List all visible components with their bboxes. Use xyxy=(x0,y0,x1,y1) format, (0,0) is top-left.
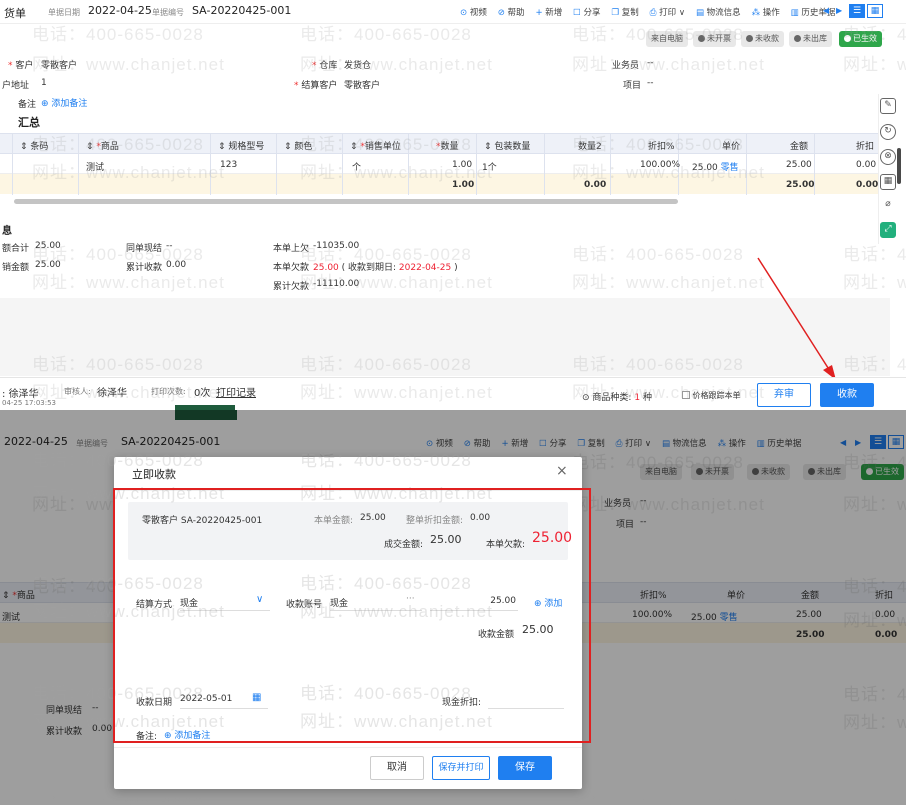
datetime: 04-25 17:03:53 xyxy=(2,399,57,407)
collect-button[interactable]: 收款 xyxy=(820,383,874,407)
print-count: 0次 xyxy=(194,388,211,399)
abandon-button[interactable]: 弃审 xyxy=(757,383,811,407)
dialog-footer-divider xyxy=(114,747,582,748)
dialog-title: 立即收款 xyxy=(132,468,176,481)
cancel-button[interactable]: 取消 xyxy=(370,756,424,780)
follow-checkbox[interactable]: 价格跟踪本单 xyxy=(682,390,741,401)
bottom-screen: 2022-04-25 单据编号 SA-20220425-001 ⊙ 视频 ⊘ 帮… xyxy=(0,410,906,805)
top-screen: 货单 单据日期 2022-04-25 单据编号 SA-20220425-001 … xyxy=(0,0,906,410)
highlight-box xyxy=(113,488,591,743)
gear-icon: ⊙ xyxy=(582,393,590,403)
print-log-link[interactable]: 打印记录 xyxy=(216,384,256,399)
save-button[interactable]: 保存 xyxy=(498,756,552,780)
kinds-info: ⊙ 商品种类: 1 种 xyxy=(582,393,652,403)
print-count-label: 打印次数: xyxy=(151,387,186,396)
arrow-annotation xyxy=(757,257,836,380)
auditor-name: 徐泽华 xyxy=(97,388,127,399)
footer-bar: : 徐泽华 审核人: 徐泽华 打印次数: 0次 打印记录 04-25 17:03… xyxy=(0,377,906,410)
maker-name: : 徐泽华 xyxy=(2,389,39,400)
close-icon[interactable]: × xyxy=(556,463,568,479)
save-print-button[interactable]: 保存并打印 xyxy=(432,756,490,780)
auditor-label: 审核人: xyxy=(64,387,91,396)
checkbox-icon xyxy=(682,391,690,399)
